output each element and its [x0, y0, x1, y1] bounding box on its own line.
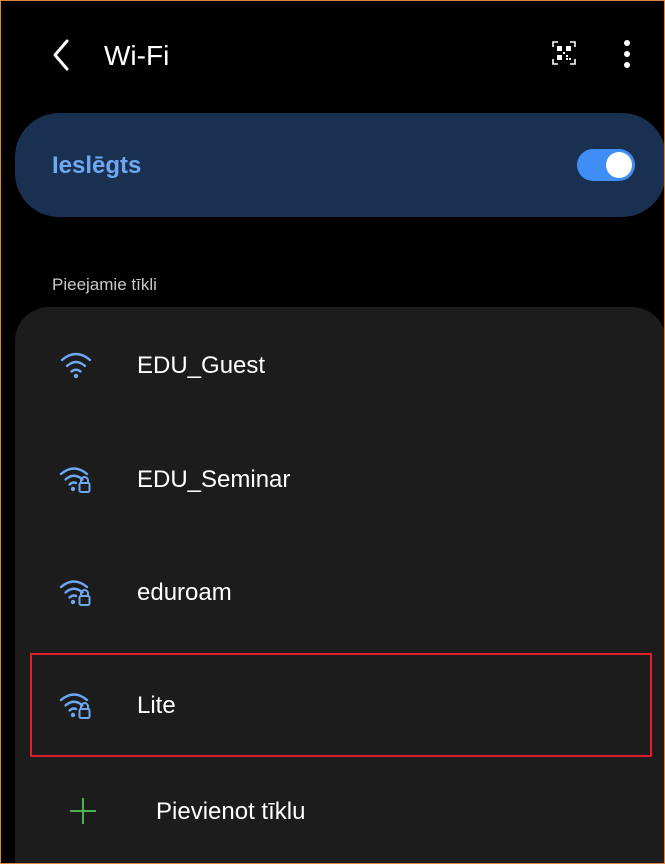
- network-name: eduroam: [137, 579, 232, 606]
- wifi-switch[interactable]: [577, 149, 635, 181]
- network-item-lite[interactable]: Lite: [15, 651, 664, 761]
- header-bar: Wi-Fi: [1, 1, 664, 111]
- network-name: EDU_Seminar: [137, 466, 291, 493]
- wifi-lock-icon: [59, 467, 91, 493]
- network-item-edu-guest[interactable]: EDU_Guest: [15, 311, 664, 421]
- wifi-icon: [60, 352, 92, 379]
- qr-code-button[interactable]: [552, 41, 576, 65]
- wifi-lock-icon: [59, 693, 91, 719]
- network-item-eduroam[interactable]: eduroam: [15, 538, 664, 648]
- qr-code-icon: [552, 41, 576, 65]
- plus-icon: [70, 798, 96, 824]
- more-vertical-icon: [624, 40, 630, 68]
- network-name: EDU_Guest: [137, 352, 266, 379]
- network-name: Lite: [137, 692, 176, 719]
- more-options-button[interactable]: [613, 37, 641, 71]
- switch-knob: [606, 152, 632, 178]
- back-button[interactable]: [45, 35, 81, 75]
- network-item-edu-seminar[interactable]: EDU_Seminar: [15, 425, 664, 535]
- page-title: Wi-Fi: [104, 40, 170, 71]
- wifi-toggle-label: Ieslēgts: [52, 152, 142, 179]
- wifi-lock-icon: [59, 580, 91, 606]
- chevron-left-icon: [53, 39, 69, 71]
- add-network-label: Pievienot tīklu: [156, 798, 306, 825]
- wifi-settings-screen: Wi-Fi Ieslēgts Pieejamie tīkli EDU_Guest…: [0, 0, 665, 864]
- network-list: EDU_Guest EDU_Seminar eduroam Lite Pievi…: [15, 307, 664, 863]
- add-network-button[interactable]: Pievienot tīklu: [15, 765, 664, 863]
- wifi-toggle-card[interactable]: Ieslēgts: [15, 113, 664, 217]
- available-networks-label: Pieejamie tīkli: [52, 275, 157, 294]
